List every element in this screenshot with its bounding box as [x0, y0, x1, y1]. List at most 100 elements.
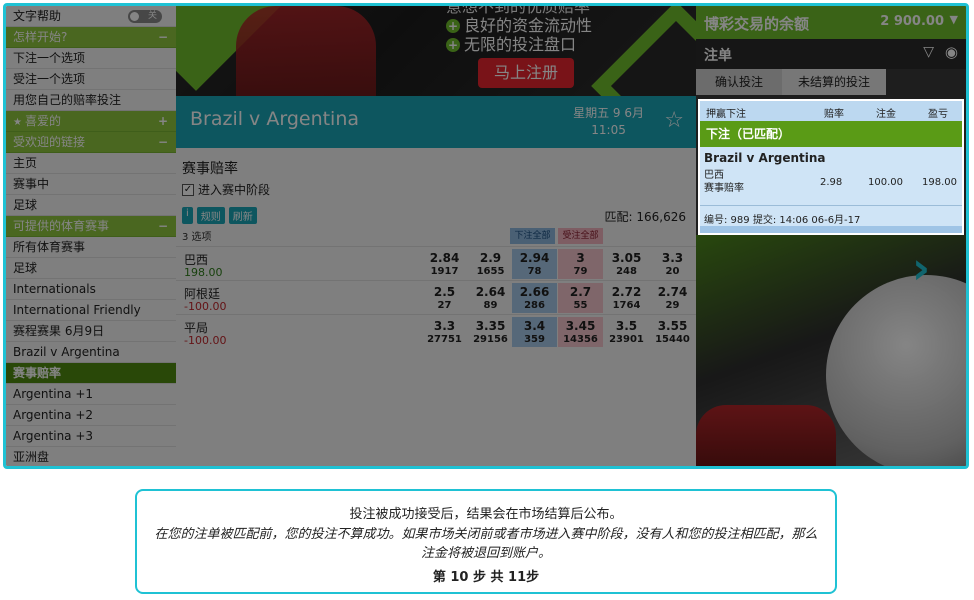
price-odds: 3.45: [565, 319, 596, 333]
sidebar-item-intl-friendly[interactable]: International Friendly: [6, 300, 176, 321]
lay-price-cell[interactable]: 2.74 29: [650, 283, 695, 313]
bet-runner: 巴西: [704, 170, 724, 181]
collapse-icon[interactable]: −: [158, 132, 168, 152]
lay-price-cell[interactable]: 3 79: [558, 249, 603, 279]
promo-image: ›: [696, 235, 966, 466]
price-size: 359: [524, 334, 545, 345]
market-title: 赛事赔率: [182, 161, 238, 177]
section-label: 可提供的体育赛事: [13, 219, 110, 233]
sidebar-item-event[interactable]: Brazil v Argentina: [6, 342, 176, 363]
price-size: 286: [524, 300, 545, 311]
collapse-icon[interactable]: −: [158, 27, 168, 47]
col-odds: 赔率: [824, 109, 844, 120]
banner-line: + 无限的投注盘口: [446, 35, 656, 54]
back-price-cell[interactable]: 3.4 359: [512, 317, 557, 347]
section-sports[interactable]: 可提供的体育赛事 −: [6, 216, 176, 237]
lay-price-cell[interactable]: 3.3 20: [650, 249, 695, 279]
price-size: 89: [483, 300, 498, 311]
app-frame: 文字帮助 关 怎样开始? − 下注一个选项 受注一个选项 用您自己的赔率投注 ★…: [3, 3, 969, 469]
sidebar-item-fixtures[interactable]: 赛程赛果 6月9日: [6, 321, 176, 342]
sidebar-item-arg1[interactable]: Argentina +1: [6, 384, 176, 405]
lay-price-cell[interactable]: 2.7 55: [558, 283, 603, 313]
football-image: [826, 275, 966, 466]
back-price-cell[interactable]: 2.66 286: [512, 283, 557, 313]
sidebar-item-match-odds[interactable]: 赛事赔率: [6, 363, 176, 384]
banner-line-text: 无限的投注盘口: [464, 35, 577, 54]
price-size: 78: [527, 266, 542, 277]
bet-status: 下注（已匹配）: [700, 121, 962, 147]
back-price-cell[interactable]: 3.35 29156: [468, 317, 513, 347]
price-odds: 2.5: [433, 285, 456, 299]
filter-icon[interactable]: ▽: [923, 44, 934, 60]
plus-icon: +: [446, 37, 460, 52]
back-price-cell[interactable]: 2.94 78: [512, 249, 557, 279]
back-price-cell[interactable]: 2.5 27: [422, 283, 467, 313]
price-size: 1764: [612, 300, 641, 311]
betslip-panel: 博彩交易的余额 2 900.00 ▼ 注单 ▽ ◉ 确认投注 未结算的投注 ›: [696, 6, 966, 466]
balance-bar[interactable]: 博彩交易的余额 2 900.00 ▼: [696, 6, 966, 39]
help-toggle-row[interactable]: 文字帮助 关: [6, 6, 176, 27]
price-size: 29: [665, 300, 680, 311]
tab-unsettled[interactable]: 未结算的投注: [782, 69, 886, 95]
inplay-checkbox-row[interactable]: ✓ 进入赛中阶段: [182, 181, 270, 198]
rules-button[interactable]: 规则: [196, 207, 225, 224]
sidebar-item-own-odds[interactable]: 用您自己的赔率投注: [6, 90, 176, 111]
balance-label: 博彩交易的余额: [704, 15, 810, 33]
back-all-button[interactable]: 下注全部: [510, 228, 555, 244]
star-icon: ★: [13, 117, 22, 128]
lay-price-cell[interactable]: 2.72 1764: [604, 283, 649, 313]
event-time: 11:05: [591, 123, 626, 137]
back-price-cell[interactable]: 2.64 89: [468, 283, 513, 313]
sidebar-item-asian[interactable]: 亚洲盘: [6, 447, 176, 466]
expand-icon[interactable]: +: [158, 111, 168, 131]
back-price-cell[interactable]: 2.84 1917: [422, 249, 467, 279]
col-stake: 注金: [876, 109, 896, 120]
price-odds: 2.74: [657, 285, 688, 299]
sidebar-item-arg2[interactable]: Argentina +2: [6, 405, 176, 426]
sidebar-item-all-sports[interactable]: 所有体育赛事: [6, 237, 176, 258]
sidebar-item-home[interactable]: 主页: [6, 153, 176, 174]
checkbox-icon[interactable]: ✓: [182, 183, 194, 196]
chevron-down-icon[interactable]: ▼: [950, 13, 958, 26]
section-favourites[interactable]: ★ 喜爱的 +: [6, 111, 176, 132]
matched-amount: 匹配: 166,626: [604, 210, 686, 224]
banner-line-text: 良好的资金流动性: [464, 16, 593, 35]
collapse-icon[interactable]: −: [158, 216, 168, 236]
lay-price-cell[interactable]: 3.55 15440: [650, 317, 695, 347]
sidebar-item-arg3[interactable]: Argentina +3: [6, 426, 176, 447]
lay-price-cell[interactable]: 3.5 23901: [604, 317, 649, 347]
tab-confirm[interactable]: 确认投注: [696, 69, 782, 95]
sidebar-item-football-2[interactable]: 足球: [6, 258, 176, 279]
favourite-star-icon[interactable]: ☆: [664, 108, 684, 133]
lay-all-button[interactable]: 受注全部: [558, 228, 603, 244]
section-getting-started[interactable]: 怎样开始? −: [6, 27, 176, 48]
selection-count: 3 选项: [182, 232, 212, 243]
eye-icon[interactable]: ◉: [945, 43, 958, 61]
tutorial-tooltip: 投注被成功接受后，结果会在市场结算后公布。 在您的注单被匹配前，您的投注不算成功…: [135, 489, 837, 594]
bet-card: 押赢下注 赔率 注金 盈亏 下注（已匹配） Brazil v Argentina…: [698, 99, 964, 235]
sidebar-item-football[interactable]: 足球: [6, 195, 176, 216]
price-size: 55: [573, 300, 588, 311]
info-icon[interactable]: i: [182, 207, 193, 224]
sidebar-item-inplay[interactable]: 赛事中: [6, 174, 176, 195]
section-popular[interactable]: 受欢迎的链接 −: [6, 132, 176, 153]
lay-price-cell[interactable]: 3.05 248: [604, 249, 649, 279]
lay-price-cell[interactable]: 3.45 14356: [558, 317, 603, 347]
back-price-cell[interactable]: 2.9 1655: [468, 249, 513, 279]
banner-line: 意想不到的优质赔率: [446, 6, 656, 16]
help-toggle[interactable]: 关: [128, 10, 162, 23]
sidebar: 文字帮助 关 怎样开始? − 下注一个选项 受注一个选项 用您自己的赔率投注 ★…: [6, 6, 176, 466]
sidebar-item-back[interactable]: 下注一个选项: [6, 48, 176, 69]
sidebar-item-lay[interactable]: 受注一个选项: [6, 69, 176, 90]
col-selection: 押赢下注: [706, 109, 746, 120]
price-odds: 2.66: [519, 285, 550, 299]
refresh-button[interactable]: 刷新: [228, 207, 257, 224]
bet-card-footer: [700, 226, 962, 233]
tab-spacer: [886, 69, 966, 95]
market-panel: 赛事赔率 ✓ 进入赛中阶段 i 规则 刷新 匹配: 166,626 3 选项 下…: [176, 148, 696, 466]
price-odds: 2.64: [475, 285, 506, 299]
sidebar-item-internationals[interactable]: Internationals: [6, 279, 176, 300]
banner-line-text: 意想不到的优质赔率: [446, 6, 591, 16]
register-button[interactable]: 马上注册: [478, 58, 574, 88]
back-price-cell[interactable]: 3.3 27751: [422, 317, 467, 347]
